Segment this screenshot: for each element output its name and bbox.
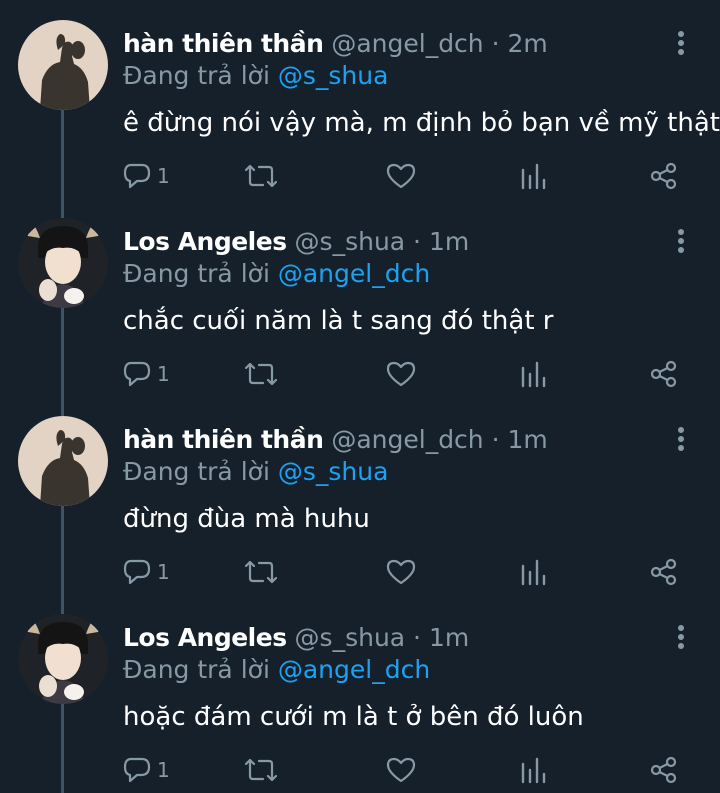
more-vertical-icon[interactable] bbox=[666, 424, 696, 454]
handle[interactable]: @angel_dch bbox=[331, 29, 483, 58]
avatar[interactable] bbox=[18, 416, 108, 506]
tweet-actions: 1 bbox=[0, 554, 720, 590]
like-button[interactable] bbox=[386, 752, 416, 788]
replying-to: Đang trả lời @s_shua bbox=[123, 456, 388, 488]
avatar[interactable] bbox=[18, 20, 108, 110]
analytics-icon bbox=[520, 558, 546, 586]
display-name[interactable]: Los Angeles bbox=[123, 227, 287, 256]
reply-count: 1 bbox=[157, 362, 170, 386]
mention-link[interactable]: @s_shua bbox=[278, 457, 389, 486]
reply-icon bbox=[123, 558, 151, 586]
tweet-header: hàn thiên thần @angel_dch · 1m bbox=[123, 424, 548, 456]
handle[interactable]: @s_shua bbox=[295, 623, 406, 652]
reply-count: 1 bbox=[157, 560, 170, 584]
tweet-header: Los Angeles @s_shua · 1m bbox=[123, 622, 469, 654]
share-button[interactable] bbox=[650, 752, 678, 788]
tweet[interactable]: Los Angeles @s_shua · 1m Đang trả lời @a… bbox=[0, 198, 720, 396]
like-button[interactable] bbox=[386, 158, 416, 194]
reply-icon bbox=[123, 756, 151, 784]
analytics-icon bbox=[520, 162, 546, 190]
tweet-header: Los Angeles @s_shua · 1m bbox=[123, 226, 469, 258]
share-button[interactable] bbox=[650, 158, 678, 194]
share-button[interactable] bbox=[650, 554, 678, 590]
analytics-button[interactable] bbox=[520, 356, 546, 392]
replying-to: Đang trả lời @s_shua bbox=[123, 60, 388, 92]
analytics-button[interactable] bbox=[520, 158, 546, 194]
share-icon bbox=[650, 558, 678, 586]
retweet-button[interactable] bbox=[245, 554, 277, 590]
heart-icon bbox=[386, 162, 416, 190]
analytics-icon bbox=[520, 756, 546, 784]
replying-label: Đang trả lời bbox=[123, 457, 278, 486]
tweet-text: chắc cuối năm là t sang đó thật r bbox=[123, 306, 554, 336]
replying-label: Đang trả lời bbox=[123, 61, 278, 90]
timestamp[interactable]: 1m bbox=[429, 227, 469, 256]
like-button[interactable] bbox=[386, 554, 416, 590]
tweet-thread: hàn thiên thần @angel_dch · 2m Đang trả … bbox=[0, 0, 720, 793]
more-vertical-icon[interactable] bbox=[666, 28, 696, 58]
handle[interactable]: @s_shua bbox=[295, 227, 406, 256]
share-icon bbox=[650, 360, 678, 388]
reply-button[interactable]: 1 bbox=[123, 752, 170, 788]
reply-count: 1 bbox=[157, 164, 170, 188]
tweet[interactable]: hàn thiên thần @angel_dch · 1m Đang trả … bbox=[0, 396, 720, 594]
separator: · bbox=[405, 623, 429, 652]
separator: · bbox=[483, 29, 508, 58]
retweet-icon bbox=[245, 360, 277, 388]
more-vertical-icon[interactable] bbox=[666, 622, 696, 652]
retweet-button[interactable] bbox=[245, 356, 277, 392]
analytics-button[interactable] bbox=[520, 752, 546, 788]
separator: · bbox=[483, 425, 508, 454]
analytics-button[interactable] bbox=[520, 554, 546, 590]
share-icon bbox=[650, 162, 678, 190]
tweet[interactable]: hàn thiên thần @angel_dch · 2m Đang trả … bbox=[0, 0, 720, 198]
reply-icon bbox=[123, 360, 151, 388]
timestamp[interactable]: 1m bbox=[429, 623, 469, 652]
share-button[interactable] bbox=[650, 356, 678, 392]
share-icon bbox=[650, 756, 678, 784]
retweet-icon bbox=[245, 756, 277, 784]
tweet-actions: 1 bbox=[0, 158, 720, 194]
replying-label: Đang trả lời bbox=[123, 259, 278, 288]
display-name[interactable]: hàn thiên thần bbox=[123, 29, 324, 58]
avatar[interactable] bbox=[18, 218, 108, 308]
retweet-icon bbox=[245, 558, 277, 586]
retweet-button[interactable] bbox=[245, 752, 277, 788]
tweet[interactable]: Los Angeles @s_shua · 1m Đang trả lời @a… bbox=[0, 594, 720, 792]
tweet-text: đừng đùa mà huhu bbox=[123, 504, 370, 534]
analytics-icon bbox=[520, 360, 546, 388]
heart-icon bbox=[386, 756, 416, 784]
tweet-actions: 1 bbox=[0, 752, 720, 788]
reply-button[interactable]: 1 bbox=[123, 554, 170, 590]
mention-link[interactable]: @angel_dch bbox=[278, 655, 430, 684]
retweet-icon bbox=[245, 162, 277, 190]
replying-to: Đang trả lời @angel_dch bbox=[123, 654, 430, 686]
heart-icon bbox=[386, 360, 416, 388]
reply-button[interactable]: 1 bbox=[123, 158, 170, 194]
reply-button[interactable]: 1 bbox=[123, 356, 170, 392]
like-button[interactable] bbox=[386, 356, 416, 392]
tweet-header: hàn thiên thần @angel_dch · 2m bbox=[123, 28, 548, 60]
mention-link[interactable]: @angel_dch bbox=[278, 259, 430, 288]
display-name[interactable]: hàn thiên thần bbox=[123, 425, 324, 454]
tweet-text: hoặc đám cưới m là t ở bên đó luôn bbox=[123, 702, 584, 732]
more-vertical-icon[interactable] bbox=[666, 226, 696, 256]
tweet-text: ê đừng nói vậy mà, m định bỏ bạn về mỹ t… bbox=[123, 108, 720, 138]
replying-label: Đang trả lời bbox=[123, 655, 278, 684]
mention-link[interactable]: @s_shua bbox=[278, 61, 389, 90]
tweet-actions: 1 bbox=[0, 356, 720, 392]
reply-icon bbox=[123, 162, 151, 190]
timestamp[interactable]: 1m bbox=[508, 425, 548, 454]
heart-icon bbox=[386, 558, 416, 586]
timestamp[interactable]: 2m bbox=[508, 29, 548, 58]
avatar[interactable] bbox=[18, 614, 108, 704]
handle[interactable]: @angel_dch bbox=[331, 425, 483, 454]
display-name[interactable]: Los Angeles bbox=[123, 623, 287, 652]
reply-count: 1 bbox=[157, 758, 170, 782]
replying-to: Đang trả lời @angel_dch bbox=[123, 258, 430, 290]
retweet-button[interactable] bbox=[245, 158, 277, 194]
separator: · bbox=[405, 227, 429, 256]
